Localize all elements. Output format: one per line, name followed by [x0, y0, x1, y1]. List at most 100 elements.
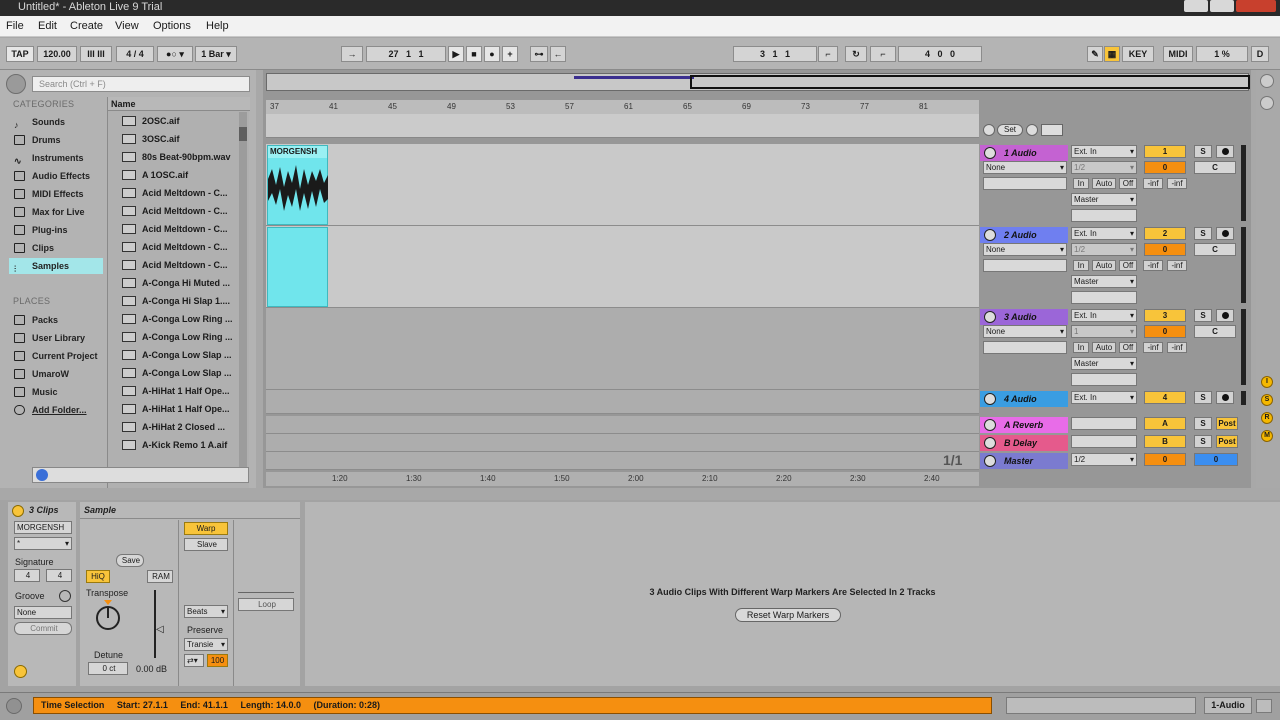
menu-file[interactable]: File — [6, 20, 24, 32]
monitor-off-button[interactable]: Off — [1119, 260, 1137, 271]
track-fold-icon[interactable] — [984, 147, 996, 159]
clip-launch-icon[interactable] — [14, 665, 27, 678]
file-list-item[interactable]: A 1OSC.aif — [122, 167, 242, 183]
draw-mode-icon[interactable]: ✎ — [1087, 46, 1103, 62]
track-activator[interactable]: 3 — [1144, 309, 1186, 322]
file-list-item[interactable]: A-HiHat 1 Half Ope... — [122, 383, 242, 399]
clip-color-select[interactable]: * ▾ — [14, 537, 72, 550]
warp-button[interactable]: Warp — [184, 522, 228, 535]
audio-clip-2[interactable] — [267, 227, 328, 307]
detune-field[interactable]: 0 ct — [88, 662, 128, 675]
file-list-item[interactable]: Acid Meltdown - C... — [122, 257, 242, 273]
send-value[interactable]: 0 — [1144, 325, 1186, 338]
output-channel-field[interactable] — [1071, 209, 1137, 222]
midi-map-button[interactable]: MIDI — [1163, 46, 1193, 62]
loop-button[interactable]: Loop — [238, 598, 294, 611]
master-volume-value[interactable]: 0 — [1194, 453, 1238, 466]
monitor-auto-button[interactable]: Auto — [1092, 342, 1116, 353]
track-header-3[interactable]: 3 Audio — [980, 309, 1068, 325]
audio-clip-1[interactable]: MORGENSH — [267, 145, 328, 225]
arm-button[interactable] — [1216, 145, 1234, 158]
file-list-item[interactable]: A-Kick Remo 1 A.aif — [122, 437, 242, 453]
play-icon[interactable]: ▶ — [448, 46, 464, 62]
return-header-a[interactable]: A Reverb — [980, 417, 1068, 433]
loop-length-field[interactable]: 4 0 0 — [898, 46, 982, 62]
metronome-button[interactable]: ●○ ▾ — [157, 46, 193, 62]
help-icon[interactable] — [1260, 96, 1274, 110]
track-header-4[interactable]: 4 Audio — [980, 391, 1068, 407]
file-list-item[interactable]: A-Conga Hi Muted ... — [122, 275, 242, 291]
clip-select[interactable]: None ▾ — [983, 243, 1067, 256]
place-packs[interactable]: Packs — [9, 312, 103, 328]
master-output-select[interactable]: 1/2 ▾ — [1071, 453, 1137, 466]
name-column-header[interactable]: Name — [108, 97, 250, 111]
monitor-auto-button[interactable]: Auto — [1092, 178, 1116, 189]
file-list-item[interactable]: Acid Meltdown - C... — [122, 203, 242, 219]
file-list-item[interactable]: 3OSC.aif — [122, 131, 242, 147]
category-sounds[interactable]: ♪ Sounds — [9, 114, 103, 130]
automation-arm-icon[interactable]: ⊶ — [530, 46, 548, 62]
category-max-for-live[interactable]: Max for Live — [9, 204, 103, 220]
locator-prev-icon[interactable] — [983, 124, 995, 136]
menu-view[interactable]: View — [115, 20, 139, 32]
category-audio-effects[interactable]: Audio Effects — [9, 168, 103, 184]
add-folder-link[interactable]: Add Folder... — [9, 402, 103, 418]
groove-field[interactable]: None — [14, 606, 72, 619]
punch-out-icon[interactable]: ⌐ — [870, 46, 896, 62]
detail-toggle-icon[interactable] — [1256, 699, 1272, 713]
file-list-item[interactable]: A-Conga Low Ring ... — [122, 329, 242, 345]
arm-button[interactable] — [1216, 309, 1234, 322]
hiq-button[interactable]: HiQ — [86, 570, 110, 583]
track-header-2[interactable]: 2 Audio — [980, 227, 1068, 243]
peak-field[interactable]: -inf — [1167, 260, 1187, 271]
solo-button[interactable]: S — [1194, 391, 1212, 404]
monitor-in-button[interactable]: In — [1073, 178, 1089, 189]
commit-button[interactable]: Commit — [14, 622, 72, 635]
solo-button[interactable]: S — [1194, 309, 1212, 322]
mixer-toggle-icon[interactable]: M — [1261, 430, 1273, 442]
track-fold-icon[interactable] — [984, 311, 996, 323]
clip-field[interactable] — [983, 177, 1067, 190]
monitor-off-button[interactable]: Off — [1119, 178, 1137, 189]
nudge-buttons[interactable]: III III — [80, 46, 112, 62]
input-channel-select[interactable]: 1/2 ▾ — [1071, 243, 1137, 256]
category-clips[interactable]: Clips — [9, 240, 103, 256]
return-io-field[interactable] — [1071, 435, 1137, 448]
monitor-auto-button[interactable]: Auto — [1092, 260, 1116, 271]
category-midi-effects[interactable]: MIDI Effects — [9, 186, 103, 202]
output-select[interactable]: Master ▾ — [1071, 275, 1137, 288]
volume-field[interactable]: -inf — [1143, 260, 1163, 271]
arrangement-position[interactable]: 27 1 1 — [366, 46, 446, 62]
loop-switch-icon[interactable]: ↻ — [845, 46, 867, 62]
input-channel-select[interactable]: 1 ▾ — [1071, 325, 1137, 338]
slave-button[interactable]: Slave — [184, 538, 228, 551]
file-list-item[interactable]: Acid Meltdown - C... — [122, 185, 242, 201]
track-fold-icon[interactable] — [984, 229, 996, 241]
menu-create[interactable]: Create — [70, 20, 103, 32]
track-header-1[interactable]: 1 Audio — [980, 145, 1068, 161]
track-activator[interactable]: 4 — [1144, 391, 1186, 404]
arm-button[interactable] — [1216, 391, 1234, 404]
send-value[interactable]: 0 — [1144, 161, 1186, 174]
place-current-project[interactable]: Current Project — [9, 348, 103, 364]
input-type-select[interactable]: Ext. In ▾ — [1071, 309, 1137, 322]
browser-toggle-icon[interactable] — [6, 74, 26, 94]
preview-bar[interactable] — [32, 467, 249, 483]
post-button[interactable]: Post — [1216, 417, 1238, 430]
file-list-item[interactable]: Acid Meltdown - C... — [122, 239, 242, 255]
sends-toggle-icon[interactable]: S — [1261, 394, 1273, 406]
reset-warp-markers-button[interactable]: Reset Warp Markers — [735, 608, 841, 622]
solo-button[interactable]: S — [1194, 435, 1212, 448]
place-user-library[interactable]: User Library — [9, 330, 103, 346]
solo-button[interactable]: S — [1194, 227, 1212, 240]
track-lane-4[interactable] — [266, 390, 979, 414]
file-list-item[interactable]: 80s Beat-90bpm.wav — [122, 149, 242, 165]
master-cue-value[interactable]: 0 — [1144, 453, 1186, 466]
transient-envelope-field[interactable]: 100 — [207, 654, 228, 667]
overview-bar[interactable] — [266, 73, 1250, 91]
track-lane-2[interactable] — [266, 226, 979, 308]
file-list-item[interactable]: A-Conga Hi Slap 1.... — [122, 293, 242, 309]
expand-icon[interactable] — [1260, 74, 1274, 88]
category-samples[interactable]: ⫶ Samples — [9, 258, 103, 274]
input-type-select[interactable]: Ext. In ▾ — [1071, 227, 1137, 240]
